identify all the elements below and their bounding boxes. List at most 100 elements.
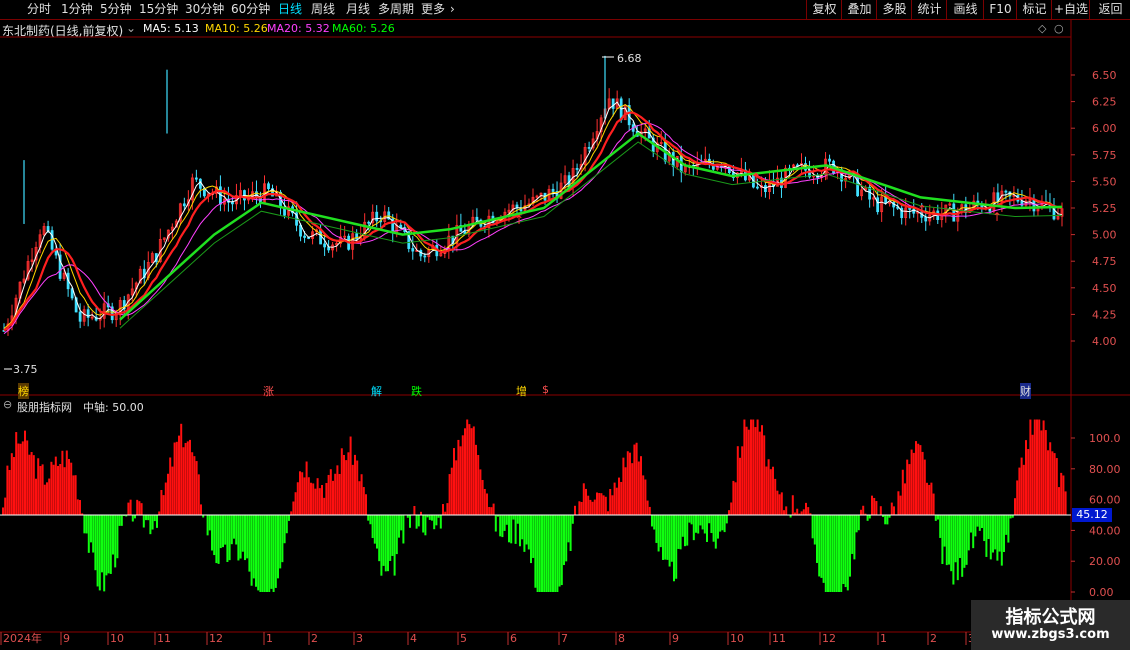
oscillator-bar	[552, 515, 554, 592]
oscillator-bar	[417, 515, 420, 527]
candle-body	[828, 158, 831, 162]
stock-title[interactable]: 东北制药(日线,前复权)	[2, 22, 123, 39]
toolbar-action-button[interactable]: 标记	[1016, 0, 1052, 19]
oscillator-bar	[996, 515, 999, 561]
oscillator-bar	[186, 441, 189, 515]
oscillator-bar	[554, 515, 557, 592]
indicator-title[interactable]: 股朋指标网	[17, 399, 72, 415]
candle-body	[319, 229, 322, 245]
oscillator-bar	[2, 507, 4, 515]
oscillator-bar	[118, 515, 121, 526]
oscillator-bar	[527, 515, 530, 550]
toolbar-action-button[interactable]: 叠加	[841, 0, 877, 19]
oscillator-bar	[668, 515, 671, 567]
buy-arrow-icon: ↑	[514, 213, 524, 227]
oscillator-bar	[952, 515, 955, 585]
oscillator-bar	[349, 436, 352, 515]
time-tick-label: 12	[209, 632, 223, 645]
chevron-down-icon[interactable]: ⌄	[126, 21, 136, 35]
minus-icon[interactable]: ⊖	[3, 398, 12, 411]
oscillator-bar	[908, 464, 911, 515]
oscillator-bar	[105, 515, 108, 576]
oscillator-bar	[345, 460, 348, 515]
oscillator-bar	[899, 495, 902, 515]
indicator-tick-label: 100.0	[1089, 432, 1121, 445]
oscillator-bar	[626, 451, 629, 515]
toolbar-action-button[interactable]: 统计	[911, 0, 947, 19]
oscillator-bar	[741, 446, 744, 515]
oscillator-bar	[503, 515, 506, 531]
oscillator-bar	[523, 515, 526, 552]
oscillator-bar	[1042, 420, 1045, 515]
oscillator-bar	[1038, 419, 1041, 515]
oscillator-bar	[635, 442, 638, 515]
diamond-icon[interactable]: ◇	[1038, 22, 1046, 35]
time-tick-label: 11	[772, 632, 786, 645]
oscillator-bar	[329, 469, 332, 515]
oscillator-bar	[681, 515, 684, 537]
oscillator-bar	[565, 515, 568, 562]
toolbar-action-button[interactable]: 返回	[1089, 0, 1130, 19]
oscillator-bar	[336, 465, 339, 515]
watermark: 指标公式网 www.zbgs3.com	[971, 600, 1130, 650]
oscillator-bar	[299, 471, 301, 515]
oscillator-bar	[945, 515, 948, 566]
oscillator-bar	[158, 511, 161, 515]
oscillator-bar	[543, 515, 546, 592]
oscillator-bar	[54, 456, 57, 515]
time-tick-label: 2	[311, 632, 318, 645]
toolbar-action-button[interactable]: +自选	[1051, 0, 1090, 19]
oscillator-bar	[820, 515, 823, 578]
oscillator-bar	[338, 473, 341, 515]
oscillator-bar	[428, 515, 431, 520]
oscillator-bar	[587, 495, 590, 515]
circle-icon[interactable]: ○	[1054, 22, 1064, 35]
oscillator-bar	[107, 515, 110, 574]
oscillator-bar	[950, 515, 953, 572]
oscillator-bar	[926, 482, 928, 515]
oscillator-bar	[415, 515, 418, 529]
oscillator-bar	[61, 450, 64, 515]
toolbar-action-button[interactable]: 画线	[946, 0, 984, 19]
oscillator-bar	[840, 515, 843, 592]
oscillator-bar	[686, 515, 689, 546]
oscillator-bar	[708, 515, 711, 524]
price-tick-label: 6.25	[1092, 96, 1117, 109]
toolbar-action-button[interactable]: F10	[983, 0, 1017, 19]
time-tick-label: 2024年	[3, 631, 42, 645]
oscillator-bar	[160, 489, 163, 515]
oscillator-bar	[501, 515, 504, 538]
toolbar-action-button[interactable]: 复权	[806, 0, 842, 19]
oscillator-bar	[472, 426, 475, 515]
oscillator-bar	[987, 515, 990, 540]
oscillator-bar	[813, 515, 816, 545]
oscillator-bar	[290, 511, 293, 515]
oscillator-bar	[571, 515, 574, 524]
oscillator-bar	[354, 454, 356, 515]
oscillator-bar	[303, 477, 306, 515]
oscillator-bar	[853, 515, 856, 560]
oscillator-bar	[521, 515, 524, 540]
oscillator-bar	[970, 515, 972, 533]
indicator-tick-label: 20.00	[1089, 555, 1121, 568]
oscillator-bar	[582, 483, 585, 515]
time-tick-label: 6	[510, 632, 517, 645]
oscillator-bar	[347, 452, 350, 515]
oscillator-bar	[153, 515, 156, 522]
oscillator-bar	[1027, 449, 1030, 515]
oscillator-bar	[886, 515, 889, 525]
oscillator-bar	[325, 483, 328, 515]
oscillator-bar	[965, 515, 968, 565]
oscillator-bar	[893, 506, 895, 515]
oscillator-bar	[59, 464, 62, 515]
price-tick-label: 5.25	[1092, 202, 1117, 215]
oscillator-bar	[545, 515, 548, 592]
oscillator-bar	[556, 515, 559, 592]
price-tick-label: 4.00	[1092, 335, 1117, 348]
kline-chart: 6.50 6.25 6.00 5.75 5.50 5.25 5.00 4.75 4.50 4.25…	[0, 20, 1130, 650]
toolbar-action-button[interactable]: 多股	[876, 0, 912, 19]
oscillator-bar	[785, 506, 788, 515]
oscillator-bar	[932, 493, 935, 515]
oscillator-bar	[714, 515, 717, 549]
oscillator-bar	[296, 482, 299, 515]
